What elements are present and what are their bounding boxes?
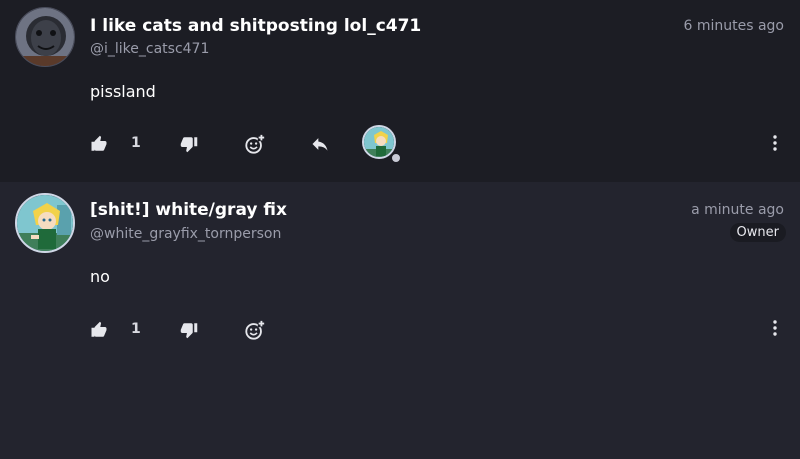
comment-item: I like cats and shitposting lol_c471 @i_…	[0, 0, 800, 182]
thumbs-up-icon	[91, 321, 107, 337]
avatar[interactable]	[15, 7, 75, 67]
dislike-button[interactable]	[180, 129, 198, 159]
like-count: 1	[131, 135, 141, 151]
reply-button[interactable]	[310, 129, 330, 159]
comment-timestamp: a minute ago	[691, 202, 784, 218]
more-options-button[interactable]	[773, 320, 777, 340]
add-reaction-button[interactable]	[244, 129, 266, 159]
add-reaction-icon	[245, 319, 266, 340]
owner-badge: Owner	[729, 223, 786, 242]
more-options-button[interactable]	[773, 135, 777, 155]
like-count: 1	[131, 321, 141, 337]
comment-timestamp: 6 minutes ago	[683, 18, 784, 34]
reply-icon	[312, 138, 328, 151]
avatar[interactable]	[15, 193, 75, 253]
comment-handle[interactable]: @i_like_catsc471	[90, 41, 209, 57]
thumbs-down-icon	[180, 137, 198, 153]
comment-actions: 1	[90, 125, 790, 164]
add-reaction-icon	[245, 133, 266, 154]
comment-handle[interactable]: @white_grayfix_tornperson	[90, 226, 281, 242]
comment-actions: 1	[90, 315, 790, 345]
add-reaction-button[interactable]	[244, 315, 266, 345]
comment-author[interactable]: I like cats and shitposting lol_c471	[90, 16, 421, 36]
dislike-button[interactable]	[180, 315, 198, 345]
thumbs-up-icon	[91, 135, 107, 151]
comment-author[interactable]: [shit!] white/gray fix	[90, 200, 287, 220]
comment-text: no	[90, 267, 110, 286]
comment-item: [shit!] white/gray fix @white_grayfix_to…	[0, 182, 800, 459]
like-button[interactable]	[90, 315, 108, 345]
more-vertical-icon	[773, 135, 777, 151]
more-vertical-icon	[773, 320, 777, 336]
comment-text: pissland	[90, 82, 156, 101]
status-indicator	[390, 152, 402, 164]
like-button[interactable]	[90, 129, 108, 159]
thumbs-down-icon	[180, 323, 198, 339]
